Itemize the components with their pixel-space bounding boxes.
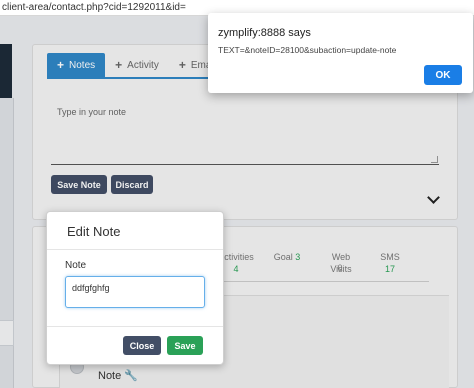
modal-divider xyxy=(47,326,223,327)
modal-divider xyxy=(47,249,223,250)
modal-title: Edit Note xyxy=(67,224,121,239)
edit-note-modal: Edit Note Note ddfgfghfg Close Save xyxy=(46,211,224,365)
save-button[interactable]: Save xyxy=(167,336,203,355)
ok-button[interactable]: OK xyxy=(424,65,462,85)
close-button[interactable]: Close xyxy=(123,336,161,355)
note-edit-field[interactable]: ddfgfghfg xyxy=(65,276,205,308)
note-field-label: Note xyxy=(65,260,87,271)
browser-alert-dialog: zymplify:8888 says TEXT=&noteID=28100&su… xyxy=(208,13,473,93)
alert-message: TEXT=&noteID=28100&subaction=update-note xyxy=(218,45,397,55)
alert-title: zymplify:8888 says xyxy=(218,27,311,39)
